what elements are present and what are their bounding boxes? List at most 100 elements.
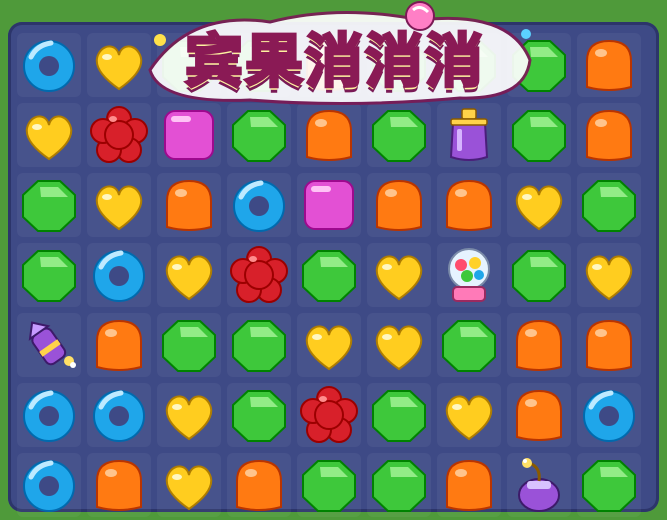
green-octagon-candy[interactable]	[439, 315, 499, 375]
board-cell[interactable]	[364, 170, 434, 240]
board-cell[interactable]	[84, 170, 154, 240]
blue-donut-candy[interactable]	[89, 245, 149, 305]
rocket-candy[interactable]	[19, 315, 79, 375]
yellow-heart-candy[interactable]	[299, 315, 359, 375]
green-octagon-candy[interactable]	[509, 245, 569, 305]
green-octagon-candy[interactable]	[19, 245, 79, 305]
red-flower-candy[interactable]	[299, 385, 359, 445]
blue-donut-candy[interactable]	[229, 175, 289, 235]
board-cell[interactable]	[504, 450, 574, 520]
yellow-heart-candy[interactable]	[159, 455, 219, 515]
yellow-heart-candy[interactable]	[369, 245, 429, 305]
board-cell[interactable]	[574, 450, 644, 520]
green-octagon-candy[interactable]	[579, 455, 639, 515]
orange-gumdrop-candy[interactable]	[369, 175, 429, 235]
board-cell[interactable]	[294, 170, 364, 240]
board-cell[interactable]	[14, 170, 84, 240]
green-octagon-candy[interactable]	[299, 245, 359, 305]
board-cell[interactable]	[434, 170, 504, 240]
orange-gumdrop-candy[interactable]	[229, 455, 289, 515]
green-octagon-candy[interactable]	[369, 385, 429, 445]
board-cell[interactable]	[154, 240, 224, 310]
orange-gumdrop-candy[interactable]	[579, 315, 639, 375]
yellow-heart-candy[interactable]	[19, 105, 79, 165]
orange-gumdrop-candy[interactable]	[579, 35, 639, 95]
board-cell[interactable]	[574, 100, 644, 170]
board-cell[interactable]	[434, 240, 504, 310]
green-octagon-candy[interactable]	[509, 105, 569, 165]
board-cell[interactable]	[574, 170, 644, 240]
board-cell[interactable]	[84, 450, 154, 520]
purple-potion-candy[interactable]	[439, 105, 499, 165]
red-flower-candy[interactable]	[89, 105, 149, 165]
green-octagon-candy[interactable]	[229, 315, 289, 375]
board-cell[interactable]	[574, 30, 644, 100]
board-cell[interactable]	[504, 170, 574, 240]
board-cell[interactable]	[294, 310, 364, 380]
green-octagon-candy[interactable]	[229, 385, 289, 445]
orange-gumdrop-candy[interactable]	[299, 105, 359, 165]
orange-gumdrop-candy[interactable]	[579, 105, 639, 165]
yellow-heart-candy[interactable]	[369, 315, 429, 375]
pink-square-candy[interactable]	[159, 105, 219, 165]
orange-gumdrop-candy[interactable]	[439, 455, 499, 515]
board-cell[interactable]	[224, 450, 294, 520]
board-cell[interactable]	[84, 240, 154, 310]
blue-donut-candy[interactable]	[579, 385, 639, 445]
board-cell[interactable]	[14, 310, 84, 380]
board-cell[interactable]	[364, 310, 434, 380]
board-cell[interactable]	[154, 380, 224, 450]
board-cell[interactable]	[504, 240, 574, 310]
board-cell[interactable]	[294, 450, 364, 520]
board-cell[interactable]	[154, 450, 224, 520]
blue-donut-candy[interactable]	[89, 385, 149, 445]
board-cell[interactable]	[224, 170, 294, 240]
board-cell[interactable]	[434, 380, 504, 450]
yellow-heart-candy[interactable]	[439, 385, 499, 445]
blue-donut-candy[interactable]	[19, 385, 79, 445]
orange-gumdrop-candy[interactable]	[439, 175, 499, 235]
board-cell[interactable]	[224, 380, 294, 450]
board-cell[interactable]	[14, 380, 84, 450]
board-cell[interactable]	[294, 240, 364, 310]
green-octagon-candy[interactable]	[579, 175, 639, 235]
board-cell[interactable]	[14, 450, 84, 520]
orange-gumdrop-candy[interactable]	[89, 455, 149, 515]
orange-gumdrop-candy[interactable]	[89, 315, 149, 375]
gumball-machine-candy[interactable]	[439, 245, 499, 305]
board-cell[interactable]	[574, 240, 644, 310]
yellow-heart-candy[interactable]	[159, 245, 219, 305]
board-cell[interactable]	[364, 450, 434, 520]
yellow-heart-candy[interactable]	[579, 245, 639, 305]
board-cell[interactable]	[434, 310, 504, 380]
board-cell[interactable]	[504, 310, 574, 380]
green-octagon-candy[interactable]	[369, 105, 429, 165]
board-cell[interactable]	[224, 240, 294, 310]
green-octagon-candy[interactable]	[299, 455, 359, 515]
orange-gumdrop-candy[interactable]	[159, 175, 219, 235]
purple-bomb-candy[interactable]	[509, 455, 569, 515]
board-cell[interactable]	[84, 380, 154, 450]
yellow-heart-candy[interactable]	[89, 175, 149, 235]
pink-square-candy[interactable]	[299, 175, 359, 235]
green-octagon-candy[interactable]	[229, 105, 289, 165]
green-octagon-candy[interactable]	[159, 315, 219, 375]
board-cell[interactable]	[14, 240, 84, 310]
board-cell[interactable]	[224, 310, 294, 380]
red-flower-candy[interactable]	[229, 245, 289, 305]
yellow-heart-candy[interactable]	[509, 175, 569, 235]
board-cell[interactable]	[154, 310, 224, 380]
board-cell[interactable]	[294, 380, 364, 450]
green-octagon-candy[interactable]	[19, 175, 79, 235]
board-cell[interactable]	[504, 380, 574, 450]
board-cell[interactable]	[574, 310, 644, 380]
board-cell[interactable]	[154, 170, 224, 240]
yellow-heart-candy[interactable]	[159, 385, 219, 445]
orange-gumdrop-candy[interactable]	[509, 385, 569, 445]
board-cell[interactable]	[434, 450, 504, 520]
blue-donut-candy[interactable]	[19, 455, 79, 515]
board-cell[interactable]	[84, 310, 154, 380]
board-cell[interactable]	[574, 380, 644, 450]
board-cell[interactable]	[364, 380, 434, 450]
board-cell[interactable]	[14, 30, 84, 100]
